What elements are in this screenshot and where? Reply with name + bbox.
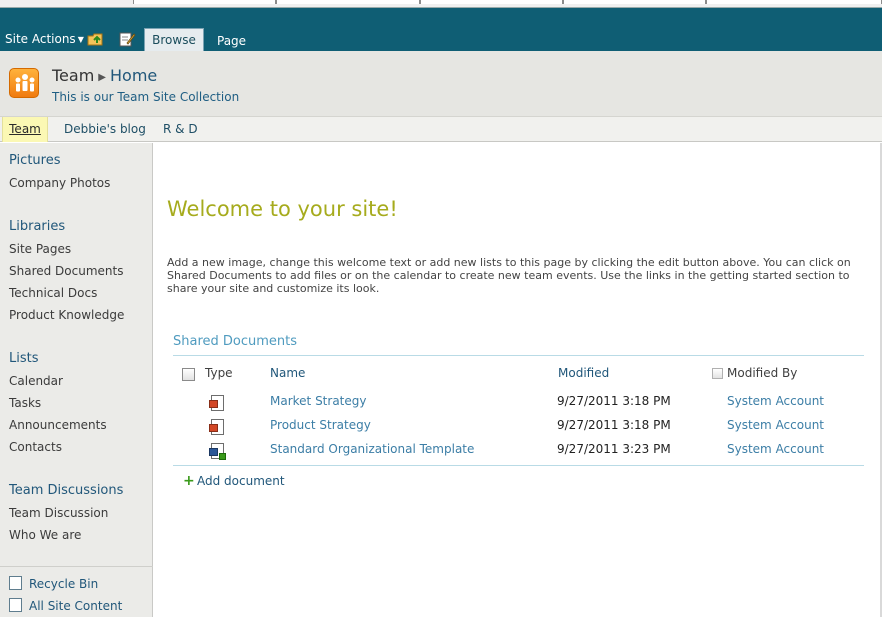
document-modified: 9/27/2011 3:18 PM <box>557 418 671 432</box>
document-modified: 9/27/2011 3:23 PM <box>557 442 671 456</box>
ql-heading-pictures[interactable]: Pictures <box>9 153 60 168</box>
divider <box>173 355 864 356</box>
ql-item-shared-documents[interactable]: Shared Documents <box>9 264 123 278</box>
ql-item-announcements[interactable]: Announcements <box>9 418 107 432</box>
ql-item-contacts[interactable]: Contacts <box>9 440 62 454</box>
column-filter-checkbox[interactable] <box>712 368 723 379</box>
browser-tab[interactable] <box>420 0 563 4</box>
document-name-link[interactable]: Product Strategy <box>270 418 371 432</box>
caret-down-icon: ▼ <box>77 35 84 44</box>
recycle-bin-link[interactable]: Recycle Bin <box>9 576 98 591</box>
browser-tab[interactable] <box>133 0 276 4</box>
ql-heading-libraries[interactable]: Libraries <box>9 219 65 234</box>
quick-launch: Pictures Company Photos Libraries Site P… <box>0 143 153 617</box>
site-description: This is our Team Site Collection <box>52 90 240 104</box>
top-nav-debbies-blog[interactable]: Debbie's blog <box>64 117 146 142</box>
site-actions-label: Site Actions <box>5 32 76 46</box>
powerpoint-icon[interactable] <box>209 419 226 436</box>
word-icon[interactable] <box>209 443 226 460</box>
site-actions-menu[interactable]: Site Actions ▼ <box>5 32 84 46</box>
document-modified-by[interactable]: System Account <box>727 442 824 456</box>
document-modified-by[interactable]: System Account <box>727 394 824 408</box>
ql-item-tasks[interactable]: Tasks <box>9 396 41 410</box>
top-nav-team[interactable]: Team <box>2 117 48 142</box>
edit-page-icon[interactable] <box>119 31 136 47</box>
navigate-up-icon[interactable] <box>87 31 104 47</box>
recycle-bin-label: Recycle Bin <box>29 577 99 591</box>
breadcrumb-separator-icon: ▶ <box>98 72 106 83</box>
ql-item-team-discussion[interactable]: Team Discussion <box>9 506 108 520</box>
ql-item-company-photos[interactable]: Company Photos <box>9 176 110 190</box>
column-header-type[interactable]: Type <box>205 366 233 380</box>
browser-tab[interactable] <box>563 0 706 4</box>
all-site-content-icon <box>9 598 22 612</box>
welcome-text: Add a new image, change this welcome tex… <box>167 256 851 295</box>
select-all-checkbox[interactable] <box>182 368 195 381</box>
breadcrumb-page: Home <box>110 66 158 85</box>
ql-item-who-we-are[interactable]: Who We are <box>9 528 81 542</box>
document-modified: 9/27/2011 3:18 PM <box>557 394 671 408</box>
quick-launch-divider <box>0 566 153 567</box>
document-modified-by[interactable]: System Account <box>727 418 824 432</box>
document-name-link[interactable]: Standard Organizational Template <box>270 442 474 456</box>
people-icon <box>15 74 35 92</box>
top-navigation: Team Debbie's blog R & D <box>0 116 882 142</box>
breadcrumb: Team ▶ Home <box>52 66 157 85</box>
tab-page[interactable]: Page <box>217 34 246 48</box>
document-name-link[interactable]: Market Strategy <box>270 394 366 408</box>
all-site-content-link[interactable]: All Site Content <box>9 598 122 613</box>
title-area: Team ▶ Home This is our Team Site Collecti… <box>0 51 882 116</box>
column-header-modified[interactable]: Modified <box>558 366 609 380</box>
browser-tab[interactable] <box>706 0 882 4</box>
tab-browse[interactable]: Browse <box>144 28 204 51</box>
ql-heading-lists[interactable]: Lists <box>9 351 39 366</box>
welcome-title: Welcome to your site! <box>167 197 398 221</box>
ql-item-product-knowledge[interactable]: Product Knowledge <box>9 308 124 322</box>
ql-item-site-pages[interactable]: Site Pages <box>9 242 71 256</box>
ql-heading-team-discussions[interactable]: Team Discussions <box>9 483 123 498</box>
ql-item-technical-docs[interactable]: Technical Docs <box>9 286 97 300</box>
add-document-label: Add document <box>197 474 285 488</box>
add-document-link[interactable]: + Add document <box>183 474 285 488</box>
site-logo <box>9 68 39 98</box>
plus-icon: + <box>183 473 195 489</box>
top-nav-r-and-d[interactable]: R & D <box>163 117 198 142</box>
ql-item-calendar[interactable]: Calendar <box>9 374 63 388</box>
powerpoint-icon[interactable] <box>209 395 226 412</box>
column-header-name[interactable]: Name <box>270 366 305 380</box>
ribbon: Site Actions ▼ Browse Page <box>0 8 882 51</box>
recycle-bin-icon <box>9 576 22 590</box>
browser-chrome-strip <box>0 0 882 8</box>
column-header-modified-by[interactable]: Modified By <box>727 366 797 380</box>
all-site-content-label: All Site Content <box>29 599 123 613</box>
divider <box>173 465 864 466</box>
browser-tab[interactable] <box>276 0 420 4</box>
breadcrumb-site[interactable]: Team <box>52 66 94 85</box>
shared-documents-title[interactable]: Shared Documents <box>173 334 297 349</box>
